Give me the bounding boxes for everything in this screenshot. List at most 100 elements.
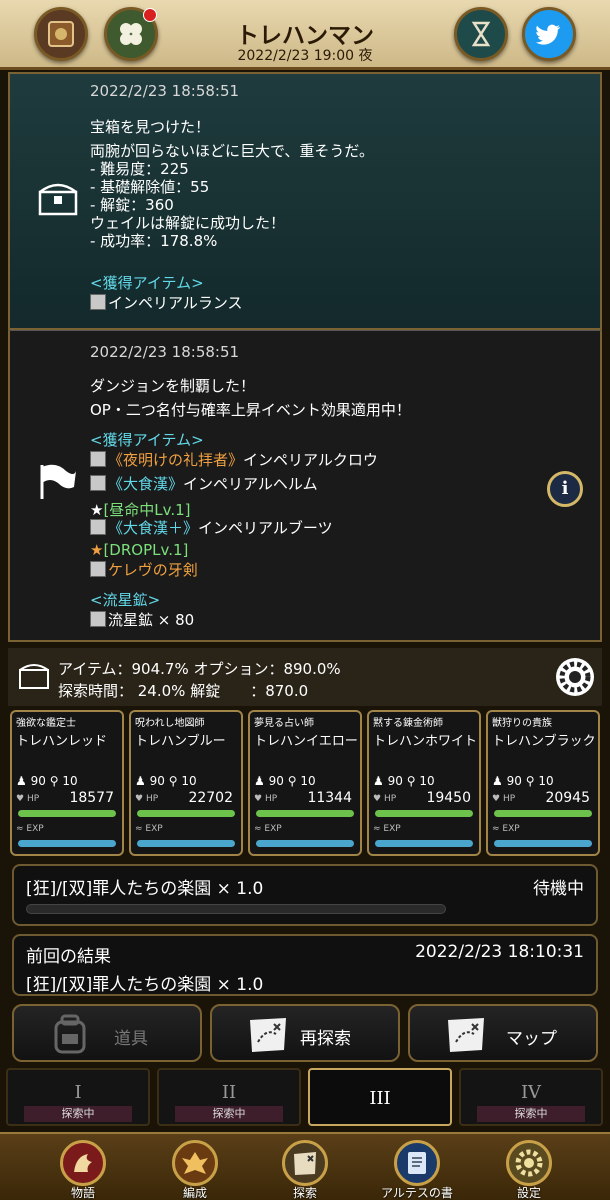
nav-story[interactable]: 物語	[38, 1138, 128, 1200]
current-expedition[interactable]: [狂]/[双]罪人たちの楽園 × 1.0 待機中	[12, 864, 598, 926]
party-tabs: I 探索中 II 探索中 III IV 探索中	[0, 1068, 610, 1130]
tab-number: IV	[520, 1082, 542, 1103]
hp-text: HP	[26, 794, 40, 804]
hp-bar	[256, 810, 354, 817]
item-epithet: 《夜明けの礼拝者》	[108, 451, 244, 469]
character-skill-value: 10	[419, 774, 435, 788]
map-icon	[448, 1018, 484, 1052]
hourglass-icon	[471, 21, 491, 47]
character-hp: 19450	[426, 790, 471, 806]
sword-icon	[90, 561, 106, 577]
gear-icon[interactable]	[554, 656, 596, 698]
tab-party-3[interactable]: III	[308, 1068, 452, 1126]
character-card[interactable]: 呪われし地図師 トレハンブルー ♟ 90 ⚲ 10 ♥ HP 22702 ≈ EXP	[129, 710, 243, 856]
claw-icon	[90, 451, 106, 467]
character-title: 強欲な鑑定士	[16, 718, 76, 729]
character-stats: ♟ 90 ⚲ 10	[373, 774, 435, 788]
party-icon: ♟	[492, 774, 503, 788]
current-status: 待機中	[533, 879, 584, 899]
party-icon: ♟	[373, 774, 384, 788]
eagle-icon	[172, 1140, 218, 1186]
stat-line: アイテム：904.7% オプション：890.0%	[58, 660, 341, 678]
log-text: OP・二つ名付与確率上昇イベント効果適用中！	[90, 401, 411, 419]
character-title: 獣狩りの貴族	[492, 718, 552, 729]
twitter-button[interactable]	[522, 7, 576, 61]
item-row[interactable]: 《大食漢＋》インペリアルブーツ	[90, 517, 333, 538]
tab-status: 探索中	[24, 1106, 132, 1122]
character-hp: 18577	[69, 790, 114, 806]
character-card[interactable]: 強欲な鑑定士 トレハンレッド ♟ 90 ⚲ 10 ♥ HP 18577 ≈ EXP	[10, 710, 124, 856]
exp-label: ≈ EXP	[135, 824, 163, 834]
character-skill-value: 10	[538, 774, 554, 788]
boots-icon	[90, 519, 106, 535]
item-option: ★[DROPLv.1]	[90, 541, 188, 559]
party-icon: ♟	[135, 774, 146, 788]
character-title: 黙する錬金術師	[373, 718, 443, 729]
character-hp: 20945	[545, 790, 590, 806]
tab-party-1[interactable]: I 探索中	[6, 1068, 150, 1126]
scroll-icon	[394, 1140, 440, 1186]
helm-icon	[90, 475, 106, 491]
hp-text: HP	[502, 794, 516, 804]
party-icon: ♟	[254, 774, 265, 788]
expedition-progress	[26, 904, 446, 914]
wifi-icon: ≈	[16, 824, 24, 834]
previous-result[interactable]: 前回の結果 2022/2/23 18:10:31 [狂]/[双]罪人たちの楽園 …	[12, 934, 598, 996]
nav-book-of-artes[interactable]: アルテスの書	[372, 1138, 462, 1200]
exp-bar	[256, 840, 354, 847]
info-button[interactable]: i	[547, 471, 583, 507]
character-card[interactable]: 獣狩りの貴族 トレハンブラック ♟ 90 ⚲ 10 ♥ HP 20945 ≈ EXP	[486, 710, 600, 856]
heart-icon: ♥	[373, 794, 382, 804]
items-header: <獲得アイテム>	[90, 274, 204, 292]
treasure-chest-icon	[19, 664, 49, 689]
skill-icon: ⚲	[287, 774, 297, 788]
previous-header: 前回の結果	[26, 947, 111, 967]
tab-number: I	[74, 1082, 82, 1103]
exp-label: ≈ EXP	[373, 824, 401, 834]
item-row[interactable]: ケレヴの牙剣	[90, 559, 198, 580]
book-button[interactable]	[34, 7, 88, 61]
exp-bar	[494, 840, 592, 847]
nav-settings[interactable]: 設定	[484, 1138, 574, 1200]
character-card[interactable]: 夢見る占い師 トレハンイエロー ♟ 90 ⚲ 10 ♥ HP 11344 ≈ EXP	[248, 710, 362, 856]
meteor-row: 流星鉱 × 80	[90, 609, 194, 630]
log-text: - 成功率：178.8%	[90, 232, 218, 250]
flag-icon	[40, 464, 76, 499]
clover-button[interactable]	[104, 7, 158, 61]
item-name: インペリアルクロウ	[243, 451, 378, 469]
tab-party-2[interactable]: II 探索中	[157, 1068, 301, 1126]
heart-icon: ♥	[135, 794, 144, 804]
tab-party-4[interactable]: IV 探索中	[459, 1068, 603, 1126]
nav-formation[interactable]: 編成	[150, 1138, 240, 1200]
item-name: インペリアルヘルム	[183, 475, 318, 493]
star-icon: ★	[90, 541, 104, 559]
nav-label: 編成	[182, 1186, 207, 1200]
header-bar: トレハンマン 2022/2/23 19:00 夜	[0, 0, 610, 70]
previous-dungeon: [狂]/[双]罪人たちの楽園 × 1.0	[26, 975, 264, 995]
hp-text: HP	[383, 794, 397, 804]
map-icon	[250, 1018, 286, 1052]
stat-line: 探索時間： 24.0% 解錠 ：870.0	[58, 682, 309, 700]
hourglass-button[interactable]	[454, 7, 508, 61]
character-skill-value: 10	[300, 774, 316, 788]
log-entry-dungeon-clear: 2022/2/23 18:58:51 ダンジョンを制覇した！ OP・二つ名付与確…	[8, 330, 602, 642]
character-stats: ♟ 90 ⚲ 10	[492, 774, 554, 788]
tools-button[interactable]: 道具	[12, 1004, 202, 1062]
nav-explore[interactable]: 探索	[260, 1138, 350, 1200]
item-row[interactable]: 《大食漢》インペリアルヘルム	[90, 473, 318, 494]
exp-text: EXP	[264, 824, 282, 834]
item-row[interactable]: 《夜明けの礼拝者》インペリアルクロウ	[90, 449, 378, 470]
item-row[interactable]: インペリアルランス	[90, 292, 243, 313]
exp-label: ≈ EXP	[254, 824, 282, 834]
reexplore-label: 再探索	[300, 1029, 351, 1049]
hp-bar	[494, 810, 592, 817]
backpack-icon	[54, 1014, 86, 1054]
reexplore-button[interactable]: 再探索	[210, 1004, 400, 1062]
option-text: [DROPLv.1]	[103, 541, 189, 559]
party-stats: アイテム：904.7% オプション：890.0% 探索時間： 24.0% 解錠 …	[8, 648, 602, 706]
character-hp: 11344	[307, 790, 352, 806]
map-button[interactable]: マップ	[408, 1004, 598, 1062]
heart-icon: ♥	[16, 794, 25, 804]
tab-status: 探索中	[175, 1106, 283, 1122]
character-card[interactable]: 黙する錬金術師 トレハンホワイト ♟ 90 ⚲ 10 ♥ HP 19450 ≈ EXP	[367, 710, 481, 856]
